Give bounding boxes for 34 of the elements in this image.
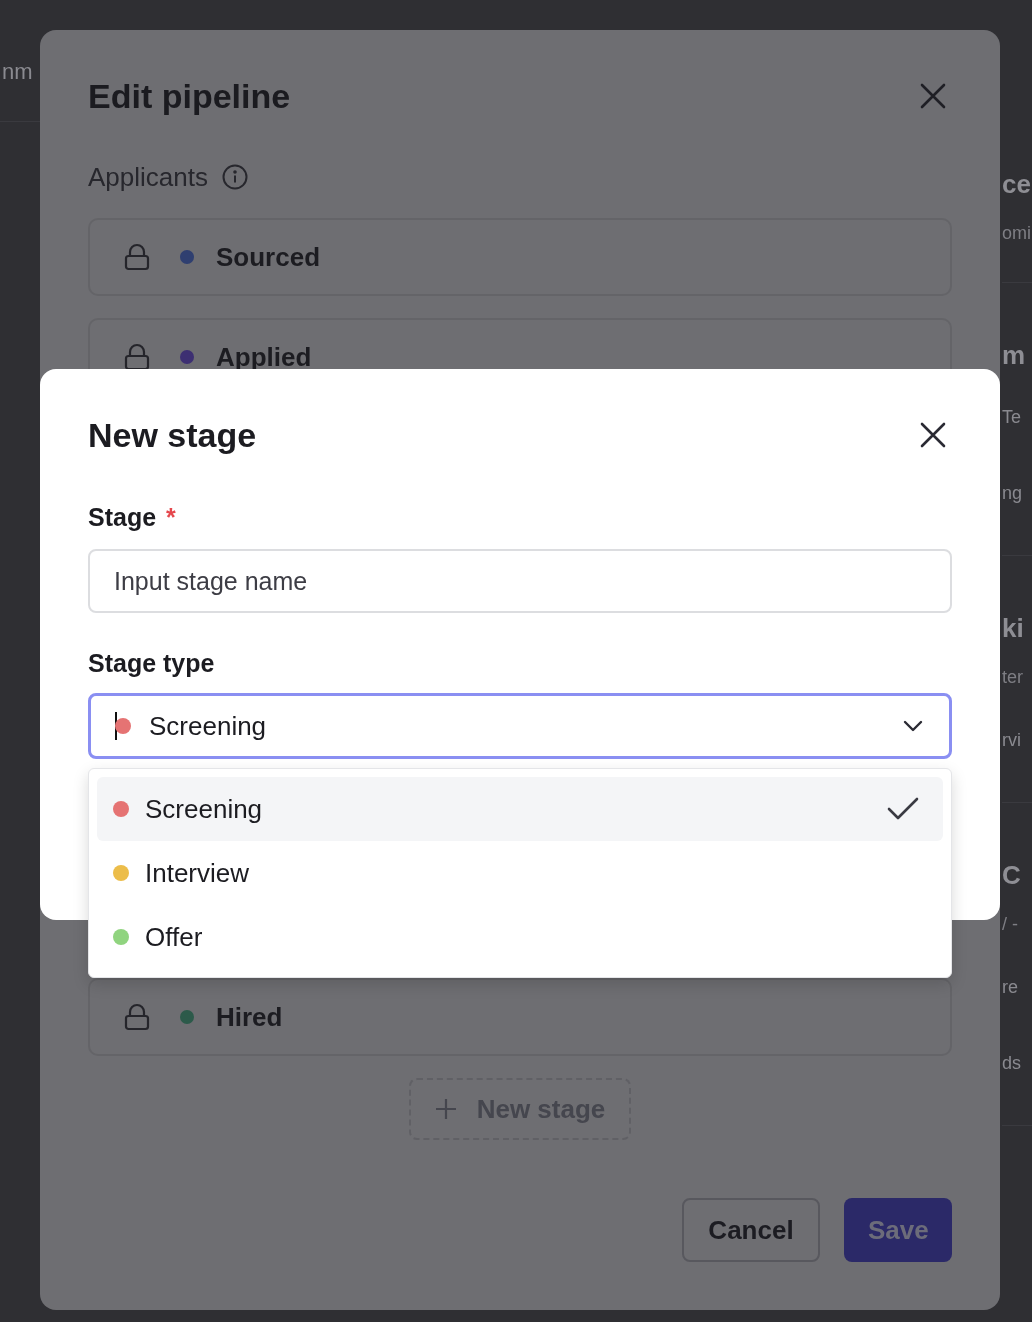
section-subtitle: ter — [1002, 666, 1024, 689]
section-label: Applicants — [88, 162, 208, 192]
stage-name-input[interactable]: Input stage name — [88, 549, 952, 613]
lock-icon — [124, 343, 150, 371]
section-title: ce — [1002, 168, 1032, 201]
dropdown-option[interactable]: Screening — [97, 777, 943, 841]
required-mark: * — [166, 503, 176, 533]
chevron-down-icon — [903, 720, 923, 732]
section-title: ki — [1002, 612, 1025, 645]
dropdown-option[interactable]: Interview — [97, 841, 943, 905]
list-item-text: re — [1002, 976, 1019, 999]
info-icon[interactable] — [221, 164, 248, 190]
field-label: Stage — [88, 503, 157, 533]
page-heading: nm — [2, 58, 33, 86]
dropdown-option[interactable]: Offer — [97, 905, 943, 969]
field-label: Stage type — [88, 649, 215, 679]
close-icon[interactable] — [920, 422, 946, 448]
stage-row: Hired — [88, 978, 952, 1056]
dialog-title: Edit pipeline — [88, 76, 291, 116]
section-subtitle: / - — [1002, 913, 1019, 936]
stage-row: Sourced — [88, 218, 952, 296]
stage-type-select[interactable]: Screening — [88, 693, 952, 759]
list-item-text: Te — [1002, 406, 1022, 429]
section-title: m — [1002, 339, 1027, 372]
dialog-title: New stage — [88, 415, 257, 455]
lock-icon — [124, 1003, 150, 1031]
list-item-text: rvi — [1002, 729, 1022, 752]
check-icon — [887, 797, 919, 821]
section-subtitle: omi — [1002, 222, 1032, 245]
section-title: C — [1002, 859, 1022, 892]
plus-icon — [434, 1098, 457, 1120]
lock-icon — [124, 243, 150, 271]
list-item-text: ds — [1002, 1052, 1022, 1075]
list-item-text: ng — [1002, 482, 1024, 505]
